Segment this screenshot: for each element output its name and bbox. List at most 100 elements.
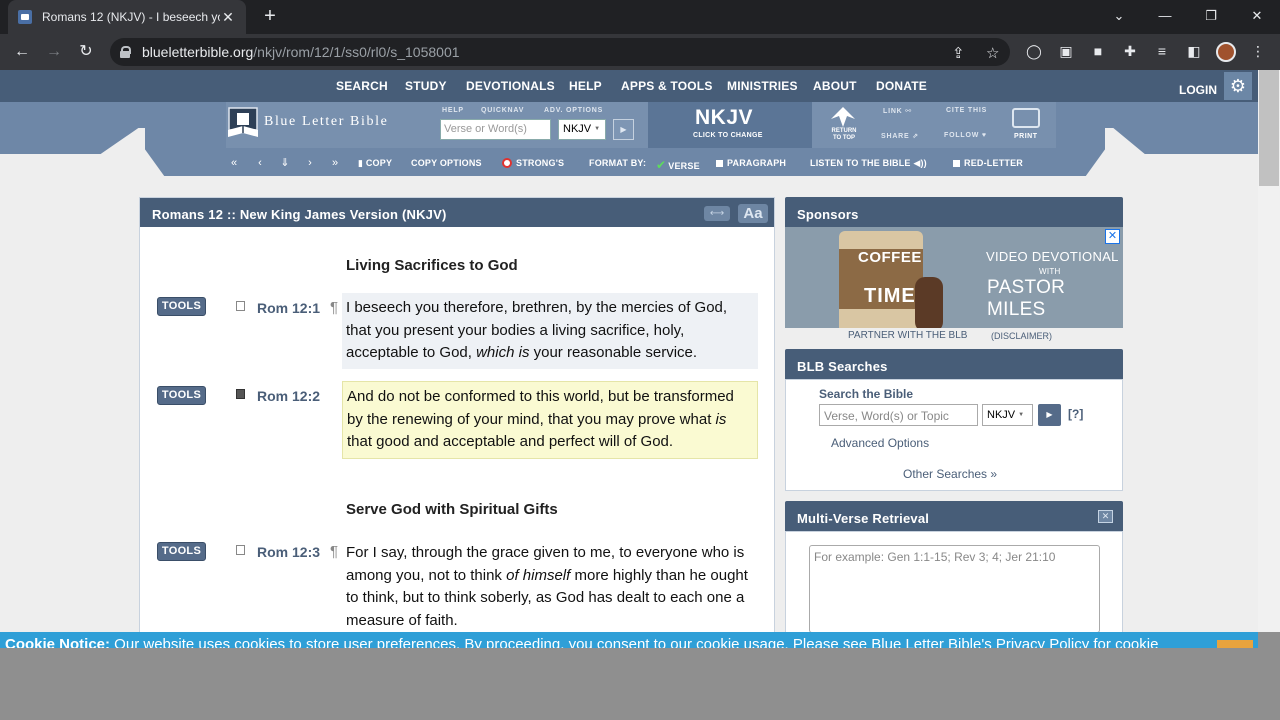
expand-width-icon[interactable]: ⟷ <box>704 206 730 221</box>
extension-dark-icon[interactable]: ■ <box>1089 42 1107 60</box>
quicknav-go-icon[interactable]: ▶ <box>613 119 634 140</box>
advanced-options-link[interactable]: Advanced Options <box>831 436 929 450</box>
return-to-top-label[interactable]: RETURN TO TOP <box>829 128 859 142</box>
extension-box-icon[interactable]: ▣ <box>1057 42 1075 60</box>
extensions-puzzle-icon[interactable]: ✚ <box>1121 42 1139 60</box>
side-panel-icon[interactable]: ◧ <box>1185 42 1203 60</box>
strongs-toggle[interactable]: STRONG'S <box>502 158 564 168</box>
bible-search-input[interactable]: Verse, Word(s) or Topic <box>819 404 978 426</box>
verse-2-pre: And do not be conformed to this world, b… <box>347 388 734 428</box>
format-paragraph-option[interactable]: PARAGRAPH <box>716 158 786 168</box>
login-link[interactable]: LOGIN <box>1179 83 1217 97</box>
click-to-change[interactable]: CLICK TO CHANGE <box>693 132 763 139</box>
scrollbar-thumb[interactable] <box>1259 70 1279 186</box>
verse-text-1[interactable]: I beseech you therefore, brethren, by th… <box>342 293 758 369</box>
menu-dots-icon[interactable]: ⋮ <box>1249 42 1267 60</box>
url-host: blueletterbible.org <box>142 44 254 60</box>
verse-text-2[interactable]: And do not be conformed to this world, b… <box>342 381 758 459</box>
tools-button-3[interactable]: TOOLS <box>157 542 206 561</box>
browser-tab[interactable]: Romans 12 (NKJV) - I beseech yo ✕ <box>8 0 246 34</box>
page-scrollbar[interactable] <box>1258 70 1280 632</box>
copy-verse-icon-3[interactable] <box>236 545 245 555</box>
format-verse-option[interactable]: ✔ VERSE <box>656 158 700 172</box>
nav-about[interactable]: ABOUT <box>813 79 857 93</box>
verse-ref-1[interactable]: Rom 12:1 <box>257 300 320 316</box>
copy-verse-icon-1[interactable] <box>236 301 245 311</box>
next-verse-icon[interactable]: › <box>300 156 320 170</box>
nav-devotionals[interactable]: DEVOTIONALS <box>466 79 555 93</box>
bible-search-version-select[interactable]: NKJV ▼ <box>982 404 1033 426</box>
reload-icon[interactable]: ↻ <box>74 40 98 64</box>
cookie-accept-button[interactable] <box>1217 640 1253 648</box>
copy-verse-icon-2[interactable] <box>236 389 245 399</box>
reading-list-icon[interactable]: ≡ <box>1153 42 1171 60</box>
quicknav-version-select[interactable]: NKJV ▼ <box>558 119 606 140</box>
restore-icon[interactable]: ❐ <box>1188 0 1234 34</box>
nav-ministries[interactable]: MINISTRIES <box>727 79 798 93</box>
ad-line-2: WITH <box>1039 267 1061 276</box>
nav-donate[interactable]: DONATE <box>876 79 927 93</box>
prev-chapter-icon[interactable]: « <box>224 156 244 170</box>
gear-icon[interactable]: ⚙ <box>1224 72 1252 100</box>
partner-link[interactable]: PARTNER WITH THE BLB <box>848 330 967 341</box>
other-searches-link[interactable]: Other Searches » <box>903 467 997 481</box>
follow-label[interactable]: FOLLOW ♥ <box>944 132 987 139</box>
back-icon[interactable]: ← <box>10 40 34 64</box>
bookmark-star-icon[interactable]: ☆ <box>986 44 999 62</box>
tab-close-icon[interactable]: ✕ <box>220 9 236 26</box>
share-label[interactable]: SHARE ⇗ <box>881 132 919 140</box>
tools-button-2[interactable]: TOOLS <box>157 386 206 405</box>
mvr-textarea[interactable]: For example: Gen 1:1-15; Rev 3; 4; Jer 2… <box>809 545 1100 632</box>
sponsor-ad[interactable]: COFFEE TIME VIDEO DEVOTIONAL WITH PASTOR… <box>785 227 1123 328</box>
nav-apps-tools[interactable]: APPS & TOOLS <box>621 79 713 93</box>
verse-ref-2[interactable]: Rom 12:2 <box>257 388 320 404</box>
share-icon[interactable]: ⇪ <box>952 44 965 62</box>
verse-text-3[interactable]: For I say, through the grace given to me… <box>342 538 758 632</box>
red-letter-option[interactable]: RED-LETTER <box>953 158 1023 168</box>
next-chapter-icon[interactable]: » <box>325 156 345 170</box>
ad-close-icon[interactable]: ✕ <box>1105 229 1120 244</box>
nav-search[interactable]: SEARCH <box>336 79 388 93</box>
link-label[interactable]: LINK ⚯ <box>883 107 912 115</box>
version-name[interactable]: NKJV <box>695 106 753 130</box>
other-searches-label: Other Searches <box>903 467 988 481</box>
listen-button[interactable]: LISTEN TO THE BIBLE ◀)) <box>810 158 927 169</box>
blb-logo-icon[interactable] <box>226 106 260 140</box>
extension-circle-icon[interactable]: ◯ <box>1025 42 1043 60</box>
paragraph-label: PARAGRAPH <box>727 158 787 168</box>
prev-verse-icon[interactable]: ‹ <box>250 156 270 170</box>
font-size-button[interactable]: Aa <box>738 204 768 223</box>
jump-down-icon[interactable]: ⇓ <box>275 156 295 170</box>
tools-button-1[interactable]: TOOLS <box>157 297 206 316</box>
nav-help[interactable]: HELP <box>569 79 602 93</box>
cite-this-label[interactable]: CITE THIS <box>946 107 987 114</box>
nav-study[interactable]: STUDY <box>405 79 447 93</box>
return-to-top-icon[interactable] <box>831 107 855 127</box>
quicknav-version-value: NKJV <box>563 123 592 135</box>
forward-icon[interactable]: → <box>42 40 66 64</box>
adv-options-label[interactable]: ADV. OPTIONS <box>544 107 603 114</box>
close-window-icon[interactable]: ✕ <box>1234 0 1280 34</box>
tab-search-icon[interactable]: ⌄ <box>1096 0 1142 34</box>
search-help-link[interactable]: [?] <box>1068 407 1083 421</box>
minimize-icon[interactable]: — <box>1142 0 1188 34</box>
profile-avatar[interactable] <box>1216 42 1236 62</box>
copy-button[interactable]: ▮ COPY <box>358 158 392 169</box>
address-bar[interactable]: blueletterbible.org/nkjv/rom/12/1/ss0/rl… <box>110 38 1010 66</box>
print-label[interactable]: PRINT <box>1014 133 1038 140</box>
blb-logo-text[interactable]: Blue Letter Bible <box>264 114 388 130</box>
share-text: SHARE <box>881 133 910 140</box>
mvr-close-icon[interactable]: ✕ <box>1098 510 1113 523</box>
bible-search-go-icon[interactable]: ▶ <box>1038 404 1061 426</box>
copy-options-button[interactable]: COPY OPTIONS <box>411 158 482 168</box>
cookie-notice-body: Our website uses cookies to store user p… <box>110 636 1159 648</box>
red-letter-label: RED-LETTER <box>964 158 1023 168</box>
copy-small-icon: ▮ <box>358 158 364 168</box>
listen-label: LISTEN TO THE BIBLE <box>810 158 911 168</box>
new-tab-icon[interactable]: + <box>258 4 282 28</box>
help-label[interactable]: HELP <box>442 107 464 114</box>
print-icon[interactable] <box>1012 108 1040 128</box>
disclaimer-link[interactable]: (DISCLAIMER) <box>991 331 1052 341</box>
verse-ref-3[interactable]: Rom 12:3 <box>257 544 320 560</box>
quicknav-input[interactable]: Verse or Word(s) <box>440 119 551 140</box>
